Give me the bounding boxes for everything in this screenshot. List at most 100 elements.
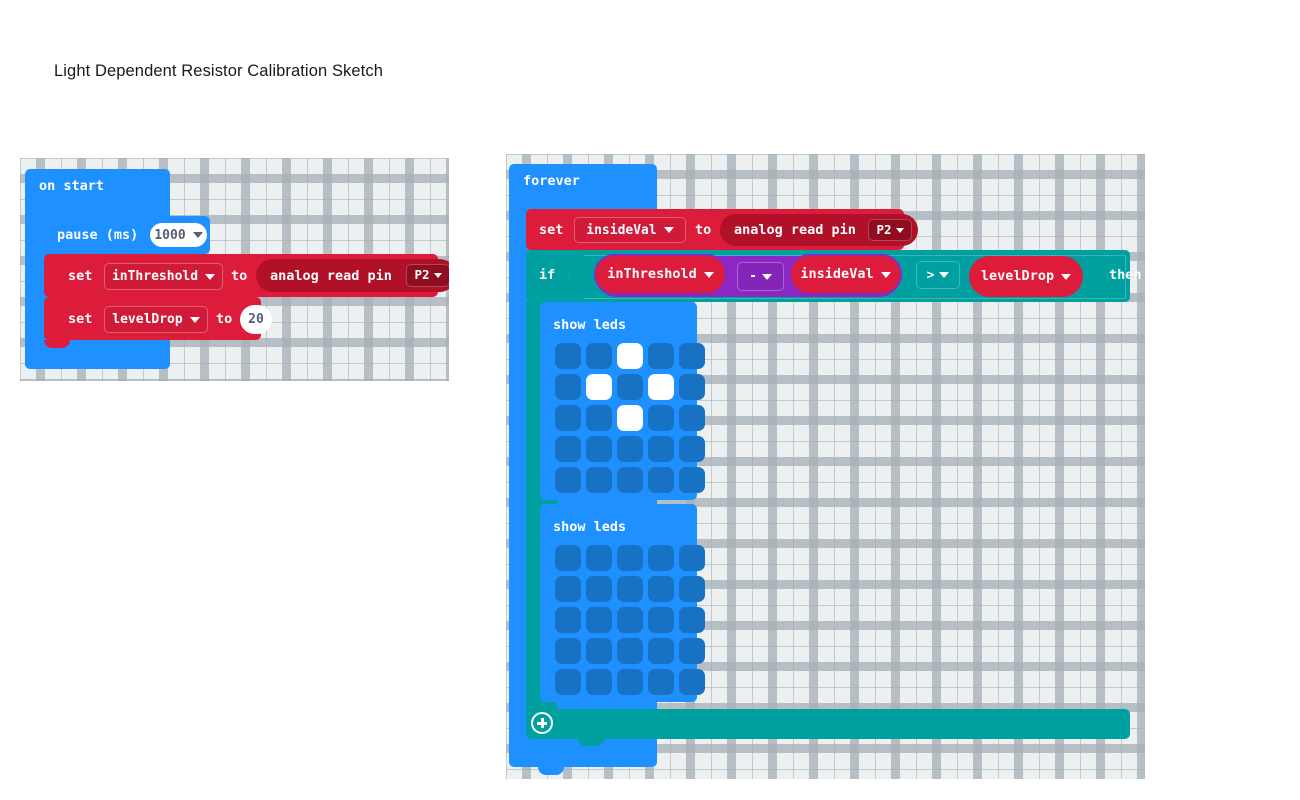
led-cell-3-1[interactable] [586,436,612,462]
led-cell-1-0[interactable] [555,576,581,602]
chevron-down-icon [704,272,714,278]
led-cell-0-1[interactable] [586,343,612,369]
led-cell-3-4[interactable] [679,638,705,664]
if-then-block-header[interactable]: if inThreshold - insideVal [526,250,1130,302]
led-cell-2-2[interactable] [617,405,643,431]
set-label: set [68,313,92,327]
led-cell-3-2[interactable] [617,638,643,664]
block-notch [56,297,82,304]
led-cell-1-1[interactable] [586,374,612,400]
led-cell-0-2[interactable] [617,545,643,571]
subtract-operator-block[interactable]: inThreshold - insideVal [596,256,900,297]
chevron-down-icon [1061,274,1071,280]
led-cell-3-0[interactable] [555,436,581,462]
block-notch [552,504,578,511]
led-cell-2-0[interactable] [555,607,581,633]
led-cell-4-4[interactable] [679,669,705,695]
variable-dropdown-inthreshold[interactable]: inThreshold [104,263,223,290]
led-cell-1-2[interactable] [617,374,643,400]
variable-reporter-inthreshold[interactable]: inThreshold [594,254,727,295]
led-cell-3-0[interactable] [555,638,581,664]
led-matrix-1[interactable] [555,343,705,493]
block-bottom-notch [44,340,70,348]
set-label: set [68,270,92,284]
set-inthreshold-block[interactable]: set inThreshold to analog read pin P2 [44,254,438,297]
led-cell-2-3[interactable] [648,607,674,633]
chevron-down-icon [434,273,442,278]
variable-name: levelDrop [981,270,1054,284]
pin-dropdown[interactable]: P2 [868,219,912,241]
led-cell-0-1[interactable] [586,545,612,571]
led-cell-1-4[interactable] [679,374,705,400]
pause-block[interactable]: pause (ms) 1000 [44,216,210,254]
led-cell-2-0[interactable] [555,405,581,431]
led-cell-0-0[interactable] [555,545,581,571]
led-matrix-2[interactable] [555,545,705,695]
show-leds-label: show leds [553,319,626,333]
led-cell-2-4[interactable] [679,405,705,431]
led-cell-1-2[interactable] [617,576,643,602]
if-label: if [539,269,555,283]
plus-icon[interactable] [531,712,553,734]
led-cell-1-3[interactable] [648,374,674,400]
forever-label: forever [523,175,580,189]
led-cell-3-4[interactable] [679,436,705,462]
variable-dropdown-leveldrop[interactable]: levelDrop [104,306,208,333]
led-cell-4-3[interactable] [648,467,674,493]
led-cell-2-1[interactable] [586,607,612,633]
led-cell-0-3[interactable] [648,545,674,571]
led-cell-1-4[interactable] [679,576,705,602]
led-cell-4-4[interactable] [679,467,705,493]
analog-read-pin-block[interactable]: analog read pin P2 [720,214,918,246]
led-cell-4-0[interactable] [555,669,581,695]
led-cell-0-0[interactable] [555,343,581,369]
led-cell-0-4[interactable] [679,545,705,571]
if-then-block-footer[interactable] [526,709,1130,739]
screenshot-root: Light Dependent Resistor Calibration Ske… [0,0,1300,800]
chevron-down-icon [205,274,215,280]
analog-read-pin-block[interactable]: analog read pin P2 [256,259,449,292]
show-leds-block-2[interactable]: show leds [540,504,697,702]
arithmetic-operator-value: - [749,270,757,283]
led-cell-0-3[interactable] [648,343,674,369]
pause-label: pause (ms) [57,229,138,243]
led-cell-4-2[interactable] [617,467,643,493]
led-cell-3-2[interactable] [617,436,643,462]
set-insideval-block[interactable]: set insideVal to analog read pin P2 [526,209,904,250]
led-cell-1-1[interactable] [586,576,612,602]
pause-duration-field[interactable]: 1000 [150,223,207,247]
comparison-operator-value: > [927,269,935,282]
led-cell-2-1[interactable] [586,405,612,431]
then-label: then [1109,269,1142,283]
block-notch [56,216,82,223]
led-cell-3-3[interactable] [648,638,674,664]
led-cell-0-4[interactable] [679,343,705,369]
comparison-operator-dropdown[interactable]: > [916,261,960,289]
led-cell-3-1[interactable] [586,638,612,664]
led-cell-4-2[interactable] [617,669,643,695]
chevron-down-icon [190,317,200,323]
show-leds-block-1[interactable]: show leds [540,302,697,500]
variable-name: inThreshold [112,270,198,283]
variable-reporter-leveldrop[interactable]: levelDrop [969,256,1083,297]
led-cell-2-2[interactable] [617,607,643,633]
led-cell-2-3[interactable] [648,405,674,431]
led-cell-4-3[interactable] [648,669,674,695]
variable-reporter-insideval[interactable]: insideVal [789,254,902,295]
led-cell-0-2[interactable] [617,343,643,369]
chevron-down-icon [881,272,891,278]
led-cell-4-1[interactable] [586,467,612,493]
led-cell-4-0[interactable] [555,467,581,493]
arithmetic-operator-dropdown[interactable]: - [737,262,784,291]
led-cell-4-1[interactable] [586,669,612,695]
leveldrop-number-field[interactable]: 20 [240,305,272,334]
set-leveldrop-block[interactable]: set levelDrop to 20 [44,297,261,340]
led-cell-3-3[interactable] [648,436,674,462]
led-cell-1-3[interactable] [648,576,674,602]
to-label: to [695,224,711,238]
pin-dropdown[interactable]: P2 [406,264,449,287]
variable-dropdown-insideval[interactable]: insideVal [574,217,686,243]
led-cell-1-0[interactable] [555,374,581,400]
page-title: Light Dependent Resistor Calibration Ske… [54,62,383,81]
led-cell-2-4[interactable] [679,607,705,633]
